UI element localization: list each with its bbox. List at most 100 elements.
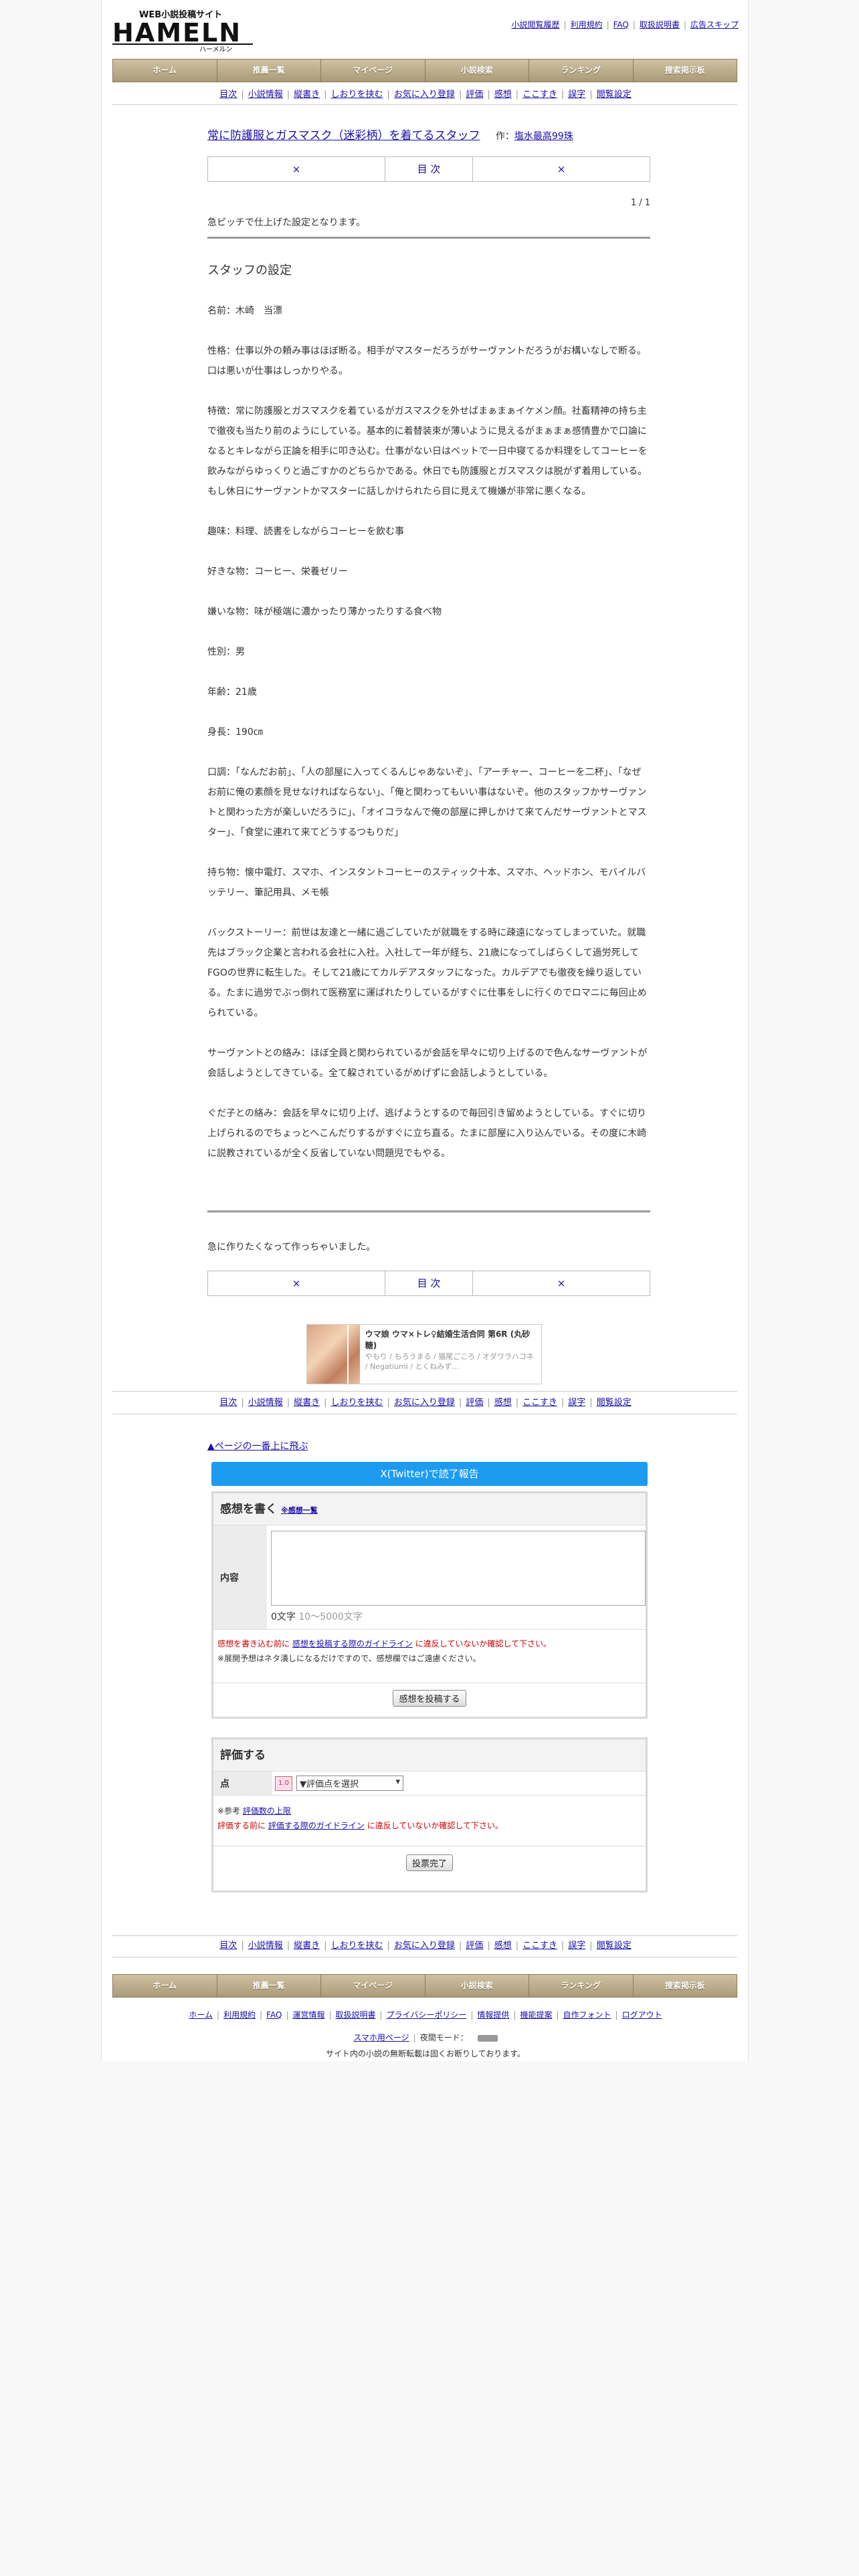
link-history[interactable]: 小説閲覧履歴 xyxy=(512,20,560,29)
subnav-favorite[interactable]: お気に入り登録 xyxy=(394,1398,455,1408)
subnav-rate[interactable]: 評価 xyxy=(466,1941,483,1951)
link-terms[interactable]: 利用規約 xyxy=(571,20,603,29)
night-mode-toggle[interactable] xyxy=(477,2034,498,2042)
divider xyxy=(112,1935,737,1936)
subnav-typo[interactable]: 誤字 xyxy=(568,1398,585,1408)
subnav-vertical[interactable]: 縦書き xyxy=(294,1941,320,1951)
toc-button[interactable]: 目 次 xyxy=(385,1271,473,1295)
footer-faq[interactable]: FAQ xyxy=(266,2010,282,2020)
paragraph: サーヴァントとの絡み：ほぼ全員と関わられているが会話を早々に切り上げるので色んな… xyxy=(207,1048,648,1079)
subnav-info[interactable]: 小説情報 xyxy=(248,1398,283,1408)
mobile-page-link[interactable]: スマホ用ページ xyxy=(353,2033,409,2042)
subnav-toc[interactable]: 目次 xyxy=(219,90,237,100)
subnav-vertical[interactable]: 縦書き xyxy=(294,1398,320,1408)
footer-terms[interactable]: 利用規約 xyxy=(223,2010,256,2020)
prev-chapter-button[interactable]: × xyxy=(208,1271,385,1295)
prev-chapter-button[interactable]: × xyxy=(208,157,385,181)
night-mode-label: 夜間モード： xyxy=(419,2033,468,2042)
subnav-comment[interactable]: 感想 xyxy=(494,90,512,100)
copyright-notice: サイト内の小説の無断転載は固くお断りしております。 xyxy=(325,2049,526,2058)
subnav-settings[interactable]: 閲覧設定 xyxy=(597,1941,632,1951)
comment-textarea[interactable] xyxy=(271,1531,646,1606)
subnav-info[interactable]: 小説情報 xyxy=(248,90,283,100)
subnav-favorite[interactable]: お気に入り登録 xyxy=(394,90,455,100)
subnav-toc[interactable]: 目次 xyxy=(219,1941,237,1951)
global-nav-bottom: ホーム 推薦一覧 マイページ 小説検索 ランキング 捜索掲示板 xyxy=(112,1974,737,1998)
svg-text:HAMELN: HAMELN xyxy=(112,18,242,47)
comment-guideline-link[interactable]: 感想を投稿する際のガイドライン xyxy=(292,1639,413,1648)
comment-heading: 感想を書く xyxy=(220,1503,277,1516)
paragraph: 持ち物：懐中電灯、スマホ、インスタントコーヒーのスティック十本、スマホ、ヘッドホ… xyxy=(207,867,646,898)
toc-button[interactable]: 目 次 xyxy=(385,157,473,181)
gnav-home[interactable]: ホーム xyxy=(113,60,217,82)
gnav-search[interactable]: 小説検索 xyxy=(425,1975,529,1997)
footer-suggest[interactable]: 機能提案 xyxy=(520,2010,552,2020)
subnav-info[interactable]: 小説情報 xyxy=(248,1941,283,1951)
rating-submit-button[interactable]: 投票完了 xyxy=(405,1854,453,1871)
next-chapter-button[interactable]: × xyxy=(473,1271,650,1295)
twitter-report-button[interactable]: X(Twitter)で読了報告 xyxy=(211,1462,648,1486)
comment-submit-button[interactable]: 感想を投稿する xyxy=(393,1690,466,1707)
page-counter: 1 / 1 xyxy=(630,198,650,208)
footer-home[interactable]: ホーム xyxy=(189,2010,213,2020)
subnav-typo[interactable]: 誤字 xyxy=(568,1941,585,1951)
paragraph: 性別：男 xyxy=(207,647,245,657)
footer-font[interactable]: 自作フォント xyxy=(563,2010,611,2020)
sub-nav-bottom: 目次 | 小説情報 | 縦書き | しおりを挟む | お気に入り登録 | 評価 | 感想 | ここすき | 誤字… xyxy=(219,1941,632,1951)
subnav-comment[interactable]: 感想 xyxy=(494,1941,512,1951)
gnav-mypage[interactable]: マイページ xyxy=(321,1975,425,1997)
paragraph: バックストーリー：前世は友達と一緒に過ごしていたが就職をする時に疎遠になってしま… xyxy=(207,928,647,1018)
subnav-bookmark[interactable]: しおりを挟む xyxy=(331,1398,383,1408)
subnav-rate[interactable]: 評価 xyxy=(466,90,483,100)
subnav-settings[interactable]: 閲覧設定 xyxy=(597,1398,632,1408)
subnav-comment[interactable]: 感想 xyxy=(494,1398,512,1408)
gnav-board[interactable]: 捜索掲示板 xyxy=(634,1975,737,1997)
subnav-kokosuki[interactable]: ここすき xyxy=(522,1398,557,1408)
footer-report[interactable]: 情報提供 xyxy=(477,2010,509,2020)
gnav-mypage[interactable]: マイページ xyxy=(321,60,425,82)
gnav-recommend[interactable]: 推薦一覧 xyxy=(217,60,321,82)
link-manual[interactable]: 取扱説明書 xyxy=(640,20,680,29)
link-ad-skip[interactable]: 広告スキップ xyxy=(690,20,739,29)
chapter-nav-bottom: × 目 次 × xyxy=(207,1271,650,1296)
footer-operation[interactable]: 運営情報 xyxy=(292,2010,324,2020)
preface-text: 急ピッチで仕上げた設定となります。 xyxy=(207,217,366,228)
subnav-bookmark[interactable]: しおりを挟む xyxy=(331,1941,383,1951)
gnav-ranking[interactable]: ランキング xyxy=(529,1975,634,1997)
gnav-search[interactable]: 小説検索 xyxy=(425,60,529,82)
preface-divider xyxy=(207,237,650,239)
novel-title[interactable]: 常に防護服とガスマスク（迷彩柄）を着てるスタッフ xyxy=(207,129,480,142)
footer-logout[interactable]: ログアウト xyxy=(622,2010,662,2020)
rating-select[interactable]: ▼評価点を選択 ▾ xyxy=(296,1776,403,1791)
ad-banner[interactable]: ウマ娘 ウマ×トレ♀結婚生活合同 第6R (丸砂糖) やもり / もろうまる /… xyxy=(306,1324,542,1384)
rating-limit-link[interactable]: 評価数の上限 xyxy=(243,1806,291,1816)
subnav-kokosuki[interactable]: ここすき xyxy=(522,1941,557,1951)
subnav-toc[interactable]: 目次 xyxy=(219,1398,237,1408)
subnav-typo[interactable]: 誤字 xyxy=(568,90,585,100)
page-top-link[interactable]: ▲ページの一番上に飛ぶ xyxy=(207,1439,308,1453)
author-link[interactable]: 塩水最高99珠 xyxy=(514,131,573,142)
rating-ref-prefix: ※参考 xyxy=(217,1806,241,1816)
top-links: 小説閲覧履歴 | 利用規約 | FAQ | 取扱説明書 | 広告スキップ xyxy=(511,20,739,29)
subnav-rate[interactable]: 評価 xyxy=(466,1398,483,1408)
site-logo[interactable]: WEB小説投稿サイト HAMELN ハーメルン xyxy=(112,7,260,53)
rating-guideline-link[interactable]: 評価する際のガイドライン xyxy=(268,1821,365,1830)
subnav-settings[interactable]: 閲覧設定 xyxy=(597,90,632,100)
global-nav: ホーム 推薦一覧 マイページ 小説検索 ランキング 捜索掲示板 xyxy=(112,59,737,82)
gnav-board[interactable]: 捜索掲示板 xyxy=(634,60,737,82)
subnav-bookmark[interactable]: しおりを挟む xyxy=(331,90,383,100)
subnav-favorite[interactable]: お気に入り登録 xyxy=(394,1941,455,1951)
subnav-kokosuki[interactable]: ここすき xyxy=(522,90,557,100)
gnav-recommend[interactable]: 推薦一覧 xyxy=(217,1975,321,1997)
footer-privacy[interactable]: プライバシーポリシー xyxy=(387,2010,467,2020)
gnav-ranking[interactable]: ランキング xyxy=(529,60,634,82)
gnav-home[interactable]: ホーム xyxy=(113,1975,217,1997)
footer-manual[interactable]: 取扱説明書 xyxy=(336,2010,376,2020)
footer-mode-row: スマホ用ページ | 夜間モード： xyxy=(102,2032,749,2043)
subnav-vertical[interactable]: 縦書き xyxy=(294,90,320,100)
comment-list-link[interactable]: ※感想一覧 xyxy=(281,1506,318,1515)
link-faq[interactable]: FAQ xyxy=(613,20,629,29)
paragraph: 身長：190㎝ xyxy=(207,727,263,738)
paragraph: 趣味：料理、読書をしながらコーヒーを飲む事 xyxy=(207,526,404,537)
next-chapter-button[interactable]: × xyxy=(473,157,650,181)
